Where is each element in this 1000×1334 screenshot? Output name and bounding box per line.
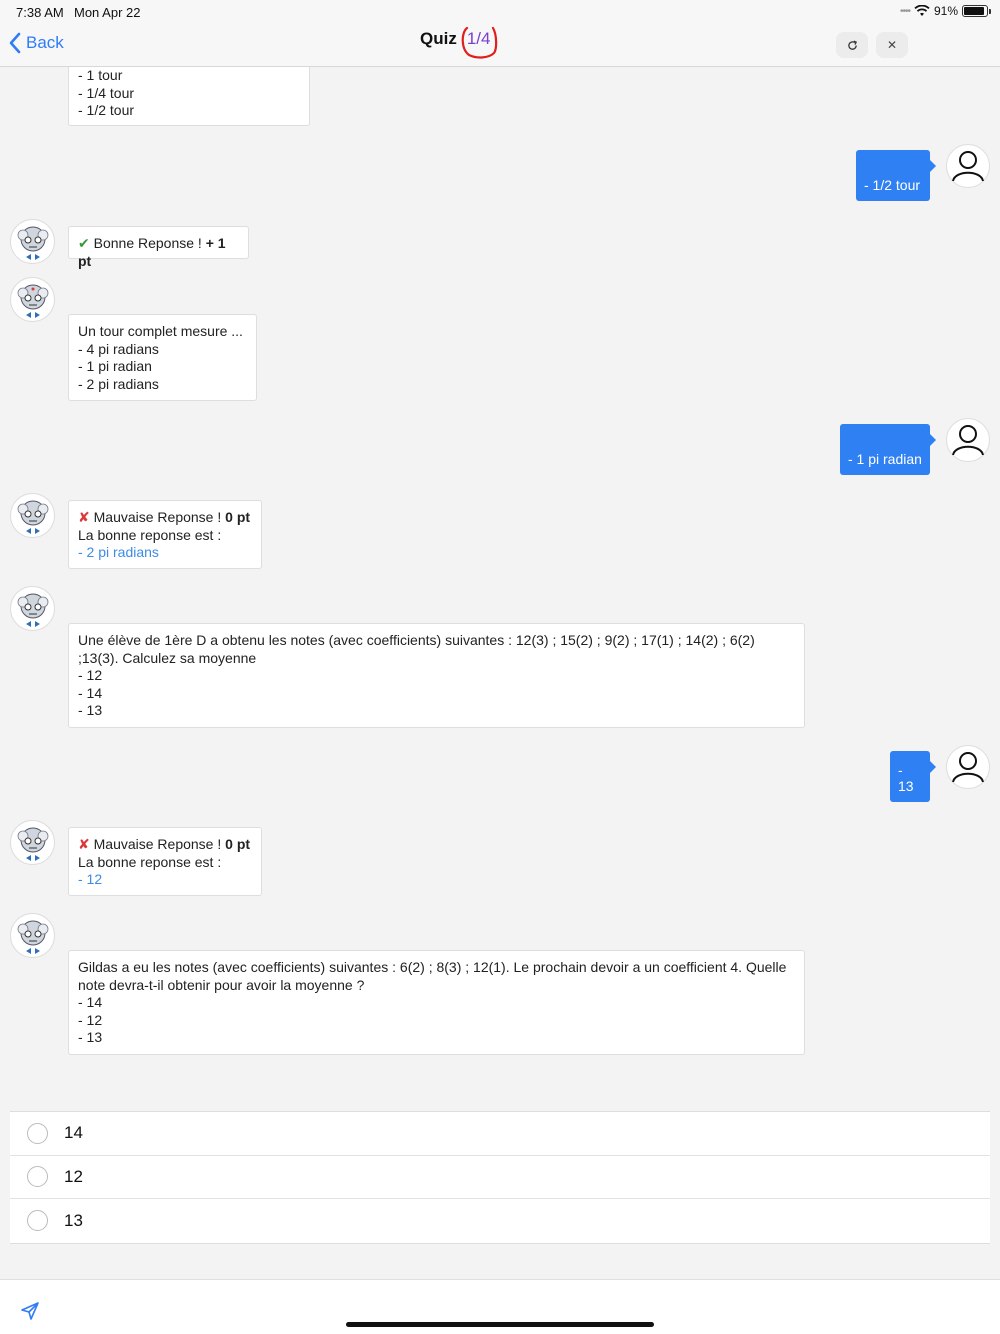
back-button[interactable]: Back: [8, 32, 64, 54]
user-message: - 1/2 tour: [856, 150, 936, 201]
user-message-text: - 1 pi radian: [848, 451, 922, 467]
bot-message-feedback-correct: ✔ Bonne Reponse ! + 1 pt: [68, 226, 249, 269]
user-avatar: [946, 745, 990, 789]
bot-avatar: [10, 913, 55, 958]
message-line: - 1 tour: [78, 67, 123, 83]
wifi-icon: [914, 5, 930, 16]
user-icon: [952, 425, 984, 456]
message-line: - 14: [78, 684, 103, 701]
chat-area[interactable]: - 1 tour - 1/4 tour - 1/2 tour - 1/2 tou…: [0, 67, 1000, 1107]
correct-intro: La bonne reponse est :: [78, 526, 222, 543]
bot-avatar: [10, 277, 55, 322]
battery-icon: [962, 5, 991, 17]
feedback-text: Bonne Reponse !: [93, 235, 206, 251]
message-line: ;13(3). Calculez sa moyenne: [78, 649, 257, 666]
message-line: - 13: [78, 1029, 103, 1046]
check-icon: ✔: [78, 235, 90, 251]
status-time: 7:38 AM: [16, 5, 64, 20]
bot-message-partial: - 1 tour - 1/4 tour - 1/2 tour: [68, 67, 310, 126]
bot-message-question: Gildas a eu les notes (avec coefficients…: [68, 950, 805, 1055]
message-line: - 1/4 tour: [78, 84, 135, 101]
signal-dots-icon: ••••: [899, 5, 911, 17]
feedback-text: Mauvaise Reponse !: [93, 509, 226, 525]
radio-button[interactable]: [27, 1166, 48, 1188]
feedback-line: ✘ Mauvaise Reponse ! 0 pt: [78, 836, 252, 854]
professor-avatar-icon: [17, 920, 48, 954]
user-message-text: - 1/2 tour: [864, 177, 921, 193]
answer-options: 14 12 13: [10, 1111, 990, 1244]
option-label: 12: [64, 1166, 83, 1186]
bot-message-question: Un tour complet mesure ... - 4 pi radian…: [68, 314, 257, 401]
refresh-button[interactable]: [836, 32, 868, 58]
message-line: note devra-t-il obtenir pour avoir la mo…: [78, 976, 365, 993]
correct-answer: - 12: [78, 871, 103, 888]
professor-avatar-icon: [17, 500, 48, 534]
feedback-points: 0 pt: [225, 509, 251, 525]
user-icon: [952, 151, 984, 182]
cross-icon: ✘: [78, 509, 90, 525]
bot-message-feedback-wrong: ✘ Mauvaise Reponse ! 0 pt La bonne repon…: [68, 827, 262, 896]
close-button[interactable]: ✕: [876, 32, 908, 58]
status-bar: 7:38 AM Mon Apr 22 •••• 91%: [0, 0, 1000, 24]
message-line: Une élève de 1ère D a obtenu les notes (…: [78, 632, 755, 648]
user-message: - 1 pi radian: [840, 424, 936, 475]
message-line: - 4 pi radians: [78, 340, 159, 357]
answer-option[interactable]: 12: [10, 1156, 990, 1200]
message-line: - 12: [78, 667, 103, 684]
highlight-circle-icon: [461, 26, 498, 59]
bot-message-feedback-wrong: ✘ Mauvaise Reponse ! 0 pt La bonne repon…: [68, 500, 262, 569]
user-avatar: [946, 144, 990, 188]
bot-avatar: [10, 820, 55, 865]
status-right: •••• 91%: [899, 4, 991, 18]
feedback-text: Mauvaise Reponse !: [93, 836, 226, 852]
message-line: - 14: [78, 994, 103, 1011]
back-label: Back: [26, 33, 64, 52]
bot-avatar: [10, 493, 55, 538]
status-date: Mon Apr 22: [74, 5, 141, 20]
feedback-line: ✘ Mauvaise Reponse ! 0 pt: [78, 509, 252, 527]
user-avatar: [946, 418, 990, 462]
message-line: - 12: [78, 1011, 103, 1028]
refresh-icon: [847, 40, 857, 50]
professor-avatar-icon: [17, 226, 48, 260]
answer-option[interactable]: 13: [10, 1199, 990, 1243]
correct-answer: - 2 pi radians: [78, 544, 159, 561]
bottom-bar: [0, 1279, 1000, 1334]
message-line: - 1 pi radian: [78, 358, 152, 375]
bot-avatar: [10, 586, 55, 631]
send-icon[interactable]: [20, 1301, 40, 1321]
professor-avatar-icon: [17, 827, 48, 861]
message-line: - 2 pi radians: [78, 375, 159, 392]
user-icon: [952, 752, 984, 783]
radio-button[interactable]: [27, 1210, 48, 1232]
battery-percent: 91%: [933, 4, 958, 18]
feedback-points: 0 pt: [225, 836, 251, 852]
correct-intro: La bonne reponse est :: [78, 853, 222, 870]
page-title-group: Quiz 1/4: [420, 26, 498, 59]
cross-icon: ✘: [78, 836, 90, 852]
close-icon: ✕: [886, 38, 898, 52]
option-label: 14: [64, 1123, 83, 1143]
nav-bar: Back Quiz 1/4 ✕: [0, 24, 1000, 67]
answer-option[interactable]: 14: [10, 1112, 990, 1156]
home-indicator: [346, 1322, 654, 1327]
page-title: Quiz: [420, 29, 457, 48]
message-line: - 1/2 tour: [78, 102, 135, 119]
user-message-text: - 13: [898, 762, 914, 794]
quiz-counter: 1/4: [461, 26, 498, 59]
option-label: 13: [64, 1210, 83, 1230]
user-message: - 13: [890, 751, 936, 802]
chevron-left-icon: [9, 32, 21, 54]
bot-message-question: Une élève de 1ère D a obtenu les notes (…: [68, 623, 805, 728]
bot-avatar: [10, 219, 55, 264]
message-line: - 13: [78, 702, 103, 719]
professor-avatar-icon: [17, 284, 48, 318]
message-line: Un tour complet mesure ...: [78, 323, 243, 339]
professor-avatar-icon: [17, 593, 48, 627]
message-line: Gildas a eu les notes (avec coefficients…: [78, 959, 787, 975]
radio-button[interactable]: [27, 1122, 48, 1144]
